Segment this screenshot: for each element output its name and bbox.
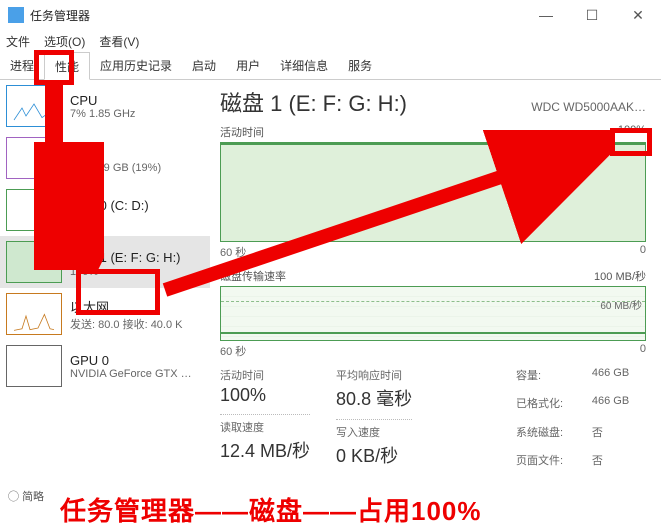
sys-val: 否 [592,424,646,448]
axis-right-2: 0 [640,343,646,359]
stats-grid: 活动时间 100% 读取速度 12.4 MB/秒 平均响应时间 80.8 毫秒 … [220,367,646,476]
disk1-sparkline-icon [6,241,62,283]
sidebar-item-cpu[interactable]: CPU7% 1.85 GHz [0,80,210,132]
menubar: 文件 选项(O) 查看(V) [0,30,661,52]
disk1-label: 磁盘 1 (E: F: G: H:) [70,247,181,266]
menu-view[interactable]: 查看(V) [99,33,139,50]
menu-options[interactable]: 选项(O) [44,33,85,50]
disk-model: WDC WD5000AAK… [531,100,646,114]
task-manager-window: 任务管理器 — ☐ ✕ 文件 选项(O) 查看(V) 进程 性能 应用历史记录 … [0,0,661,528]
chart2-label: 磁盘传输速率 [220,268,286,284]
tab-processes[interactable]: 进程 [0,52,44,79]
fmt-val: 466 GB [592,395,646,419]
page-val: 否 [592,452,646,476]
disk0-sparkline-icon [6,189,62,231]
read-label: 读取速度 [220,414,310,435]
tab-users[interactable]: 用户 [226,52,270,79]
maximize-button[interactable]: ☐ [569,0,615,30]
active-value: 100% [220,385,310,406]
tab-history[interactable]: 应用历史记录 [90,52,182,79]
eth-label: 以太网 [70,297,183,316]
cpu-detail: 7% 1.85 GHz [70,108,135,120]
sidebar-item-ethernet[interactable]: 以太网发送: 80.0 接收: 40.0 K [0,288,210,340]
gpu-detail: NVIDIA GeForce GTX … [70,368,192,380]
axis-left-2: 60 秒 [220,343,246,359]
sidebar-item-gpu[interactable]: GPU 0NVIDIA GeForce GTX … [0,340,210,392]
annotation-caption: 任务管理器——磁盘——占用100% [60,491,482,528]
eth-sparkline-icon [6,293,62,335]
axis-left-1: 60 秒 [220,244,246,260]
minimize-button[interactable]: — [523,0,569,30]
disk0-label: 磁盘 0 (C: D:) [70,195,149,214]
resp-value: 80.8 毫秒 [336,385,412,411]
tab-services[interactable]: 服务 [338,52,382,79]
sidebar-item-memory[interactable]: 内存3.1/15.9 GB (19%) [0,132,210,184]
sidebar-item-disk0[interactable]: 磁盘 0 (C: D:)3% [0,184,210,236]
sys-label: 系统磁盘: [516,424,580,448]
cpu-sparkline-icon [6,85,62,127]
close-button[interactable]: ✕ [615,0,661,30]
write-value: 0 KB/秒 [336,442,412,468]
tab-performance[interactable]: 性能 [44,52,90,80]
throughput-chart[interactable]: 60 MB/秒 [220,286,646,341]
memory-sparkline-icon [6,137,62,179]
resp-label: 平均响应时间 [336,367,412,383]
cap-label: 容量: [516,367,580,391]
read-value: 12.4 MB/秒 [220,437,310,463]
gpu-label: GPU 0 [70,353,192,368]
activity-chart[interactable] [220,142,646,242]
disk-title: 磁盘 1 (E: F: G: H:) [220,86,407,118]
chart1-label: 活动时间 [220,124,264,140]
detail-pane: 磁盘 1 (E: F: G: H:) WDC WD5000AAK… 活动时间 1… [210,80,661,498]
write-label: 写入速度 [336,419,412,440]
menu-file[interactable]: 文件 [6,33,30,50]
fewer-details-link[interactable]: ◯ 简略 [8,488,44,504]
memory-label: 内存 [70,143,161,162]
tab-bar: 进程 性能 应用历史记录 启动 用户 详细信息 服务 [0,52,661,80]
cap-val: 466 GB [592,367,646,391]
tab-details[interactable]: 详细信息 [270,52,338,79]
eth-detail: 发送: 80.0 接收: 40.0 K [70,316,183,332]
active-label: 活动时间 [220,367,310,383]
titlebar[interactable]: 任务管理器 — ☐ ✕ [0,0,661,30]
axis-right-1: 0 [640,244,646,260]
chart2-max: 100 MB/秒 [594,268,646,284]
memory-detail: 3.1/15.9 GB (19%) [70,162,161,174]
disk0-detail: 3% [70,214,149,226]
chart1-max: 100% [618,124,646,140]
app-icon [8,7,24,23]
fmt-label: 已格式化: [516,395,580,419]
sidebar-item-disk1[interactable]: 磁盘 1 (E: F: G: H:)100% [0,236,210,288]
window-title: 任务管理器 [30,7,523,24]
cpu-label: CPU [70,93,135,108]
chart2-mid-label: 60 MB/秒 [600,297,642,312]
disk1-detail: 100% [70,266,181,278]
perf-sidebar: CPU7% 1.85 GHz 内存3.1/15.9 GB (19%) 磁盘 0 … [0,80,210,498]
gpu-sparkline-icon [6,345,62,387]
tab-startup[interactable]: 启动 [182,52,226,79]
page-label: 页面文件: [516,452,580,476]
